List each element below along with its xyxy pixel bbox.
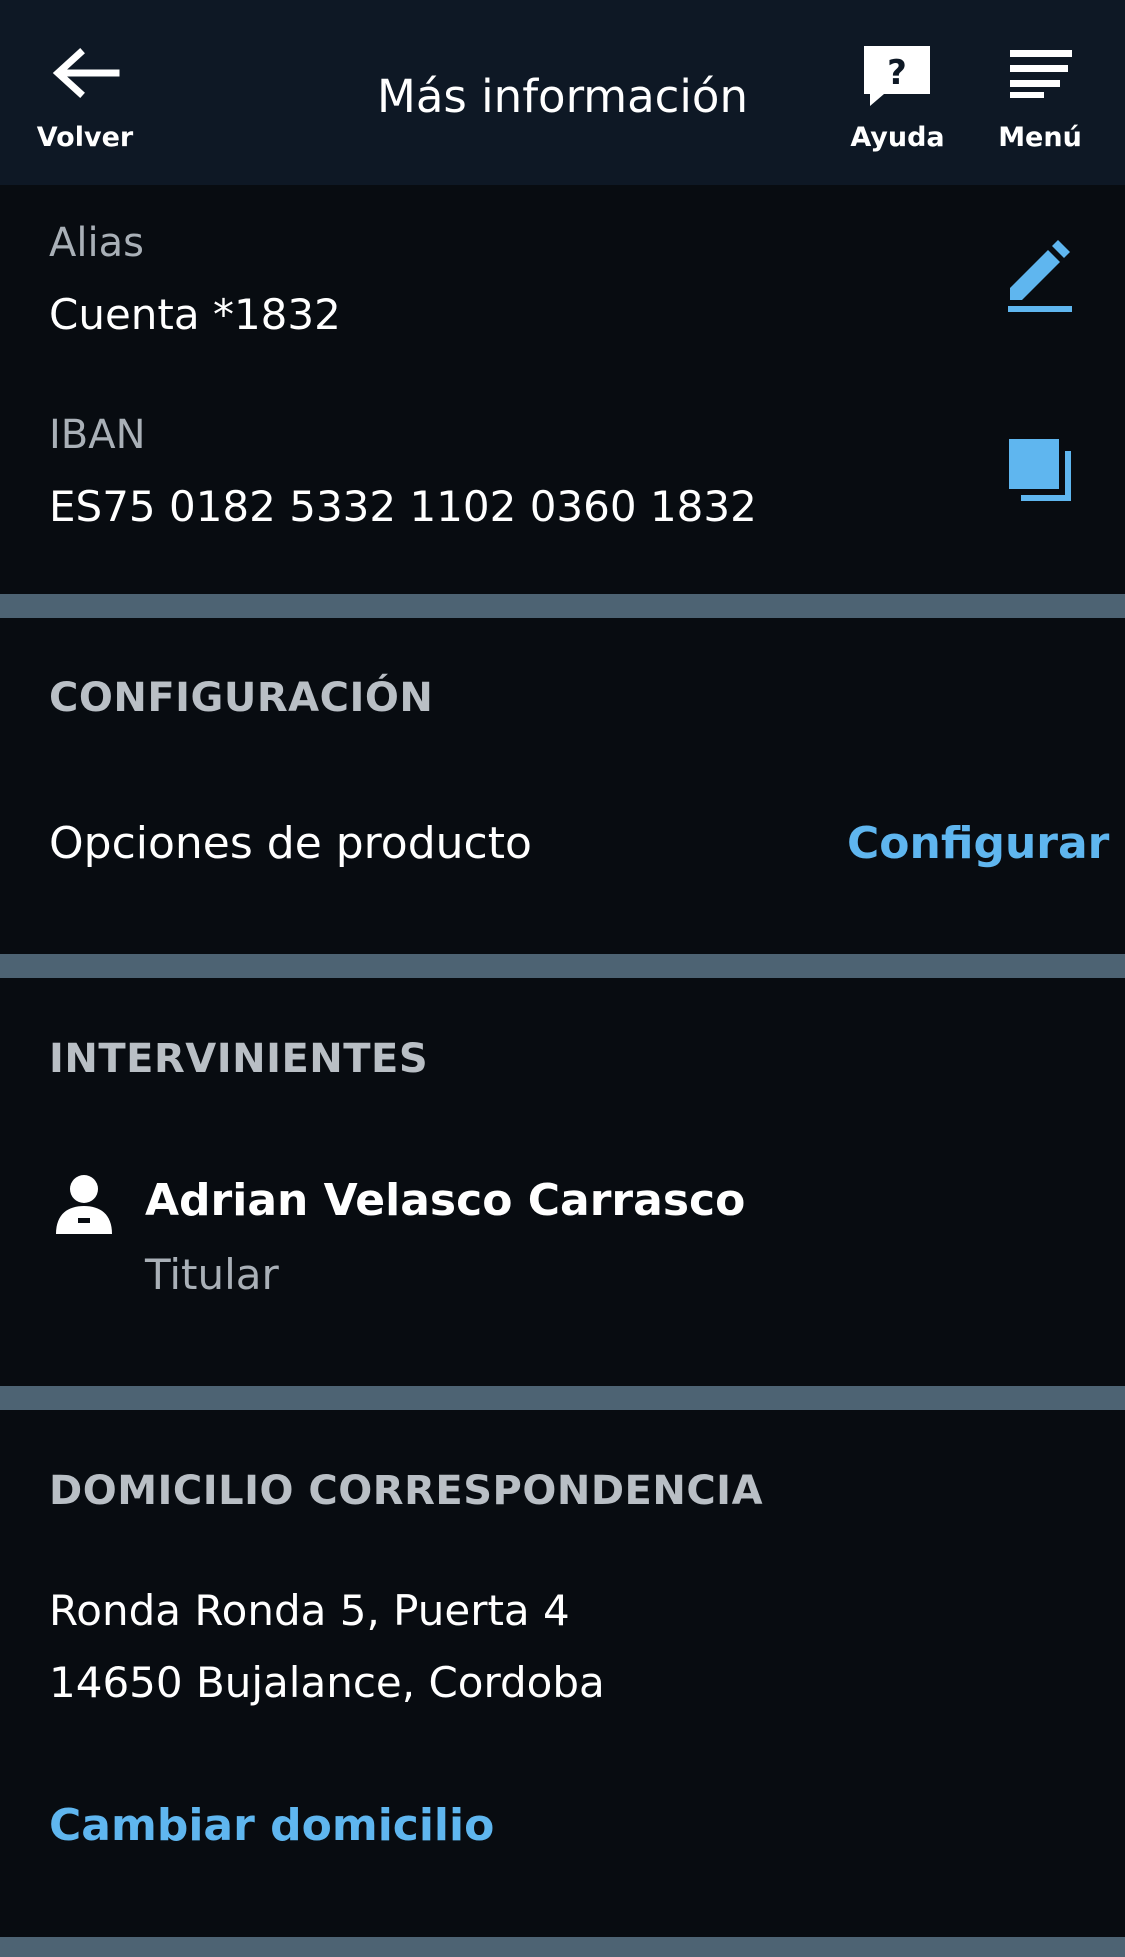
section-divider [0,954,1125,978]
hamburger-menu-icon [1010,50,1072,98]
page-title: Más información [377,70,748,123]
section-divider [0,1386,1125,1410]
alias-label: Alias [49,220,144,266]
person-icon [56,1175,112,1234]
back-label: Volver [36,122,134,153]
svg-text:?: ? [887,53,907,93]
section-divider [0,1937,1125,1957]
pencil-icon [1008,240,1072,312]
address-line-1: Ronda Ronda 5, Puerta 4 [49,1586,570,1635]
edit-alias-button[interactable] [1000,240,1080,320]
back-button[interactable]: Volver [20,0,150,185]
top-nav-bar: Volver Más información ? Ayuda Menú [0,0,1125,185]
question-bubble-icon: ? [864,46,930,106]
participant-name: Adrian Velasco Carrasco [145,1175,746,1226]
copy-iban-button[interactable] [1005,435,1085,515]
product-options-label: Opciones de producto [49,818,532,869]
configuracion-title: CONFIGURACIÓN [49,675,434,721]
participant-role: Titular [145,1250,279,1299]
page: Volver Más información ? Ayuda Menú Alia… [0,0,1125,1957]
intervinientes-title: INTERVINIENTES [49,1036,429,1082]
copy-icon [1009,439,1071,501]
help-label: Ayuda [850,122,945,153]
help-button[interactable]: ? Ayuda [840,0,955,185]
menu-label: Menú [998,122,1082,153]
alias-value: Cuenta *1832 [49,290,341,339]
domicilio-title: DOMICILIO CORRESPONDENCIA [49,1468,764,1514]
address-line-2: 14650 Bujalance, Cordoba [49,1658,605,1707]
configure-link[interactable]: Configurar [847,818,1109,869]
arrow-left-icon [52,48,120,98]
iban-label: IBAN [49,412,146,458]
menu-button[interactable]: Menú [990,0,1090,185]
change-address-link[interactable]: Cambiar domicilio [49,1800,494,1851]
iban-value: ES75 0182 5332 1102 0360 1832 [49,482,757,531]
account-info-section: Alias Cuenta *1832 IBAN ES75 0182 5332 1… [0,185,1125,593]
section-divider [0,594,1125,618]
